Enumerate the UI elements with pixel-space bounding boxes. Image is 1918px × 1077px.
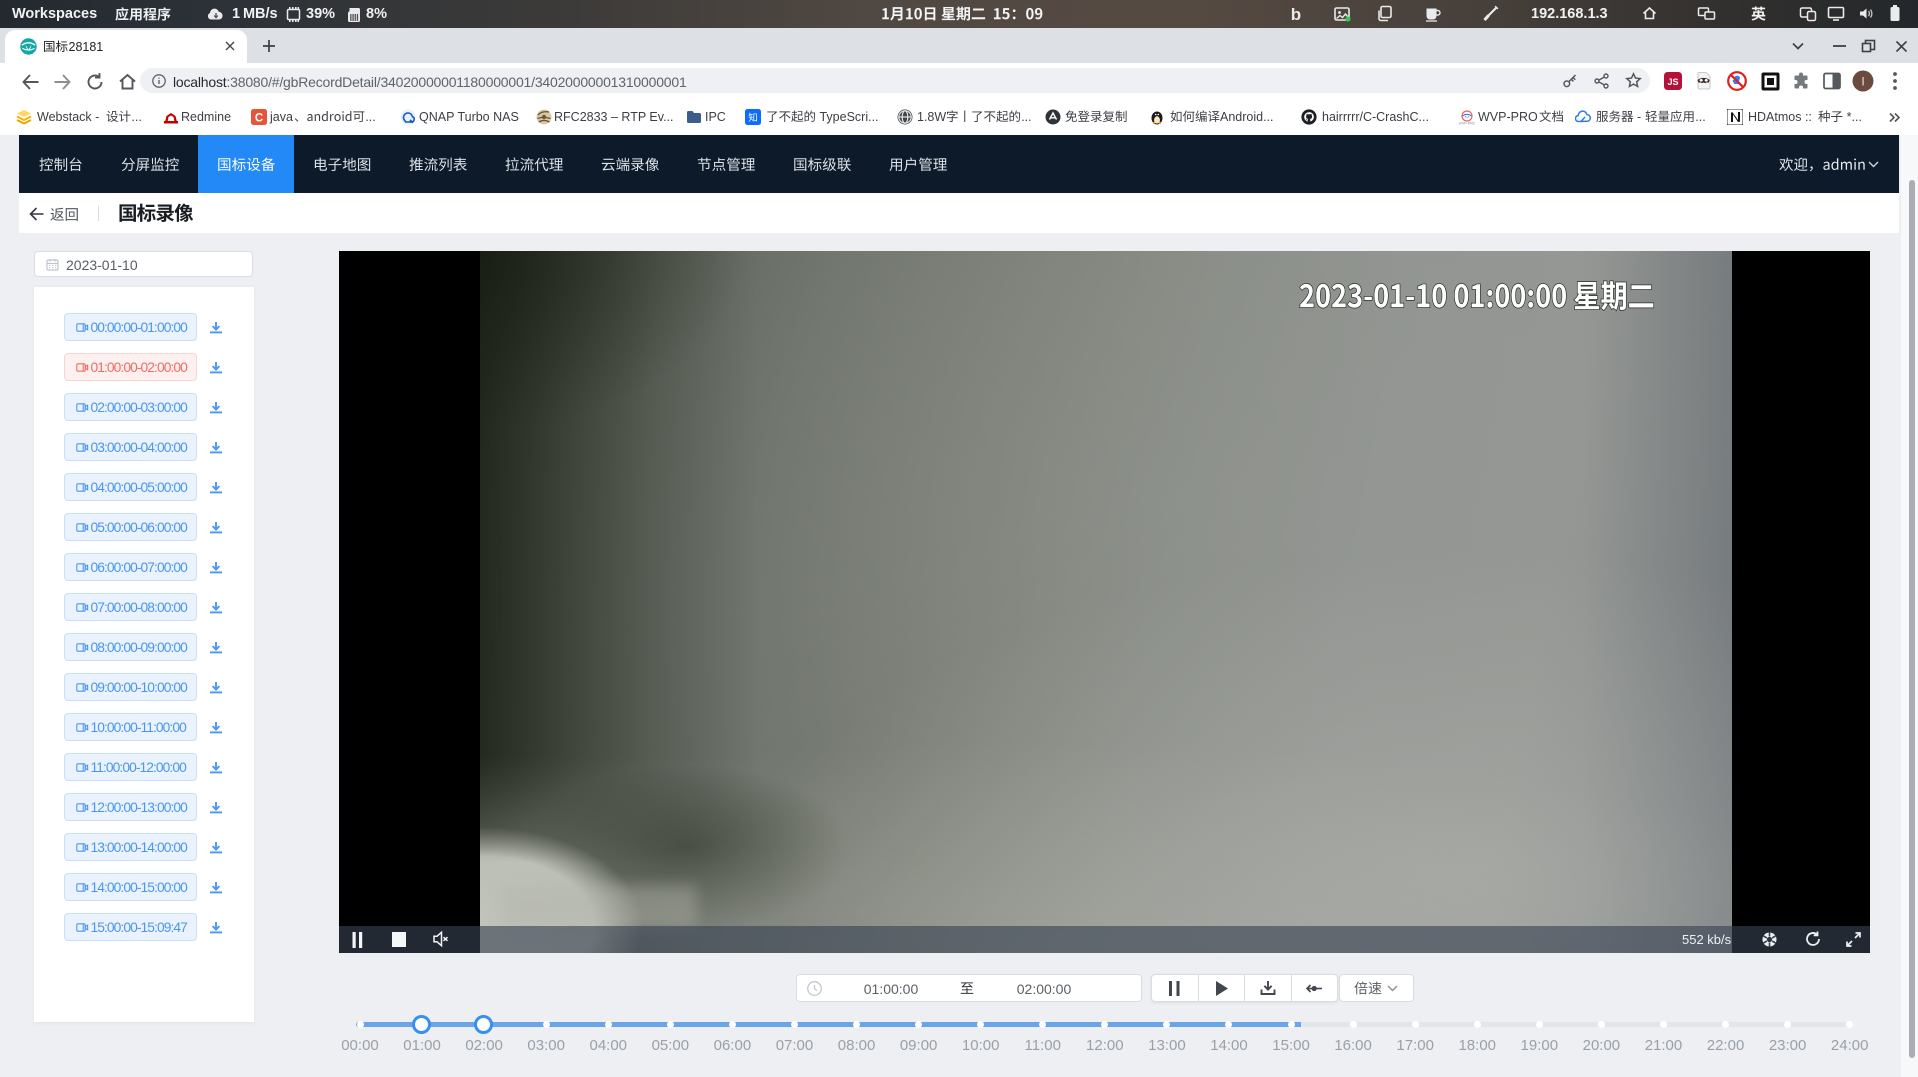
svg-text:I: I xyxy=(1861,75,1864,89)
svg-text:C: C xyxy=(255,113,263,125)
svg-text:b: b xyxy=(1291,5,1301,24)
svg-text:知: 知 xyxy=(748,112,758,124)
svg-text:JS: JS xyxy=(1667,77,1678,87)
svg-text:WVP-PRO: WVP-PRO xyxy=(1459,122,1475,126)
